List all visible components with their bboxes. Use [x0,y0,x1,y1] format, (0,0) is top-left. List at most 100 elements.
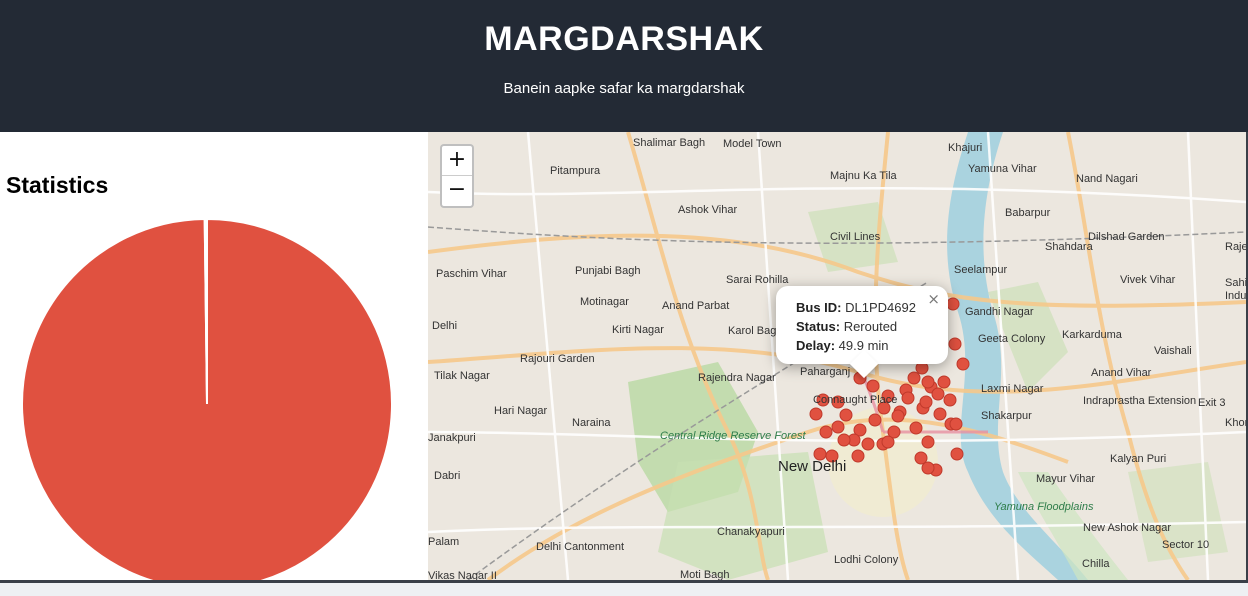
bus-marker[interactable] [831,420,845,434]
map-label: Karkarduma [1062,329,1122,341]
bus-marker[interactable] [851,449,865,463]
bus-map[interactable]: Shalimar Bagh Model Town Khajuri Pitampura M… [428,132,1246,580]
map-label: Yamuna Floodplains [994,501,1094,513]
popup-bus-id-row: Bus ID: DL1PD4692 [796,298,928,317]
bus-marker[interactable] [919,395,933,409]
bus-marker[interactable] [943,393,957,407]
map-label: Kalyan Puri [1110,453,1167,465]
map-label: Yamuna Vihar [968,163,1037,175]
map-label: Karol Bagh [728,325,783,337]
popup-status-row: Status: Rerouted [796,317,928,336]
map-label: Tilak Nagar [434,370,490,382]
map-label: Delhi Cantonment [536,541,625,553]
map-label: Khora [1225,417,1246,429]
map-label: Seelampur [954,264,1008,276]
bus-marker[interactable] [933,407,947,421]
map-label: Exit 3 [1198,397,1226,409]
map-label: Dilshad Garden [1088,231,1165,243]
bus-marker[interactable] [861,437,875,451]
bus-marker[interactable] [909,421,923,435]
map-label: Indust [1225,290,1246,302]
map-label: Rajouri Garden [520,353,595,365]
bus-marker[interactable] [956,357,970,371]
map-label: Sarai Rohilla [726,274,789,286]
map-label: Dabri [434,470,461,482]
bus-marker[interactable] [921,461,935,475]
popup-close-button[interactable]: × [927,290,940,309]
app-header: MARGDARSHAK Banein aapke safar ka margda… [0,0,1248,132]
map-label: Hari Nagar [494,405,548,417]
app-tagline: Banein aapke safar ka margdarshak [503,80,745,97]
bus-marker[interactable] [891,409,905,423]
bus-marker[interactable] [946,297,960,311]
map-label: Gandhi Nagar [965,306,1034,318]
bus-marker[interactable] [819,425,833,439]
bus-info-popup: × Bus ID: DL1PD4692 Status: Rerouted Del… [776,286,948,379]
map-label: Indraprastha Extension [1083,395,1197,407]
map-label: Connaught Place [813,394,898,406]
map-label: Babarpur [1005,207,1051,219]
map-label: Majnu Ka Tila [830,170,897,182]
bus-marker[interactable] [809,407,823,421]
status-label: Status: [796,319,841,334]
bus-marker[interactable] [907,371,921,385]
map-label: Rajen [1225,241,1246,253]
map-label: Chilla [1082,558,1110,570]
app-title: MARGDARSHAK [484,20,764,58]
bus-marker[interactable] [839,408,853,422]
map-label: Model Town [723,138,782,150]
map-label: Khajuri [948,142,983,154]
bus-id-value: DL1PD4692 [845,300,916,315]
map-label: Paharganj [800,366,851,378]
bus-marker[interactable] [866,379,880,393]
status-value: Rerouted [843,319,898,334]
map-label: Pitampura [550,165,601,177]
bus-marker[interactable] [949,417,963,431]
bus-id-label: Bus ID: [796,300,842,315]
map-label: Civil Lines [830,231,881,243]
map-label: Naraina [572,417,611,429]
bus-marker[interactable] [921,375,935,389]
map-label: Anand Vihar [1091,367,1152,379]
zoom-in-button[interactable]: + [442,146,472,176]
bus-marker[interactable] [937,375,951,389]
map-label: Punjabi Bagh [575,265,641,277]
bus-marker[interactable] [950,447,964,461]
map-label: Geeta Colony [978,333,1046,345]
delay-label: Delay: [796,338,836,353]
map-label: Janakpuri [428,432,476,444]
map-label: Kirti Nagar [612,324,664,336]
bus-marker[interactable] [868,413,882,427]
bus-marker[interactable] [921,435,935,449]
map-label: Anand Parbat [662,300,730,312]
statistics-heading: Statistics [6,172,109,198]
map-label: Vaishali [1154,345,1192,357]
map-label: New Delhi [778,458,847,475]
map-label: Central Ridge Reserve Forest [660,430,806,442]
bus-marker[interactable] [948,337,962,351]
map-label: Vikas Nagar II [428,570,497,580]
map-label: Motinagar [580,296,629,308]
map-label: Rajendra Nagar [698,372,776,384]
map-label: Mayur Vihar [1036,473,1096,485]
zoom-control: + − [440,144,474,208]
bus-marker[interactable] [881,435,895,449]
map-label: Delhi [432,320,458,332]
page-footer [0,580,1248,596]
map-label: Nand Nagari [1076,173,1138,185]
map-label: New Ashok Nagar [1083,522,1172,534]
status-pie-chart [21,217,393,580]
bus-marker[interactable] [901,391,915,405]
map-label: Palam [428,536,460,548]
bus-marker[interactable] [931,387,945,401]
statistics-panel: Statistics [0,132,428,580]
zoom-out-button[interactable]: − [442,176,472,206]
bus-marker[interactable] [837,433,851,447]
map-label: Laxmi Nagar [981,383,1044,395]
map-label: Shalimar Bagh [633,137,706,149]
map-label: Sahib [1225,277,1246,289]
map-label: Moti Bagh [680,569,730,580]
map-label: Paschim Vihar [436,268,507,280]
map-label: Vivek Vihar [1120,274,1176,286]
map-label: Ashok Vihar [678,204,738,216]
